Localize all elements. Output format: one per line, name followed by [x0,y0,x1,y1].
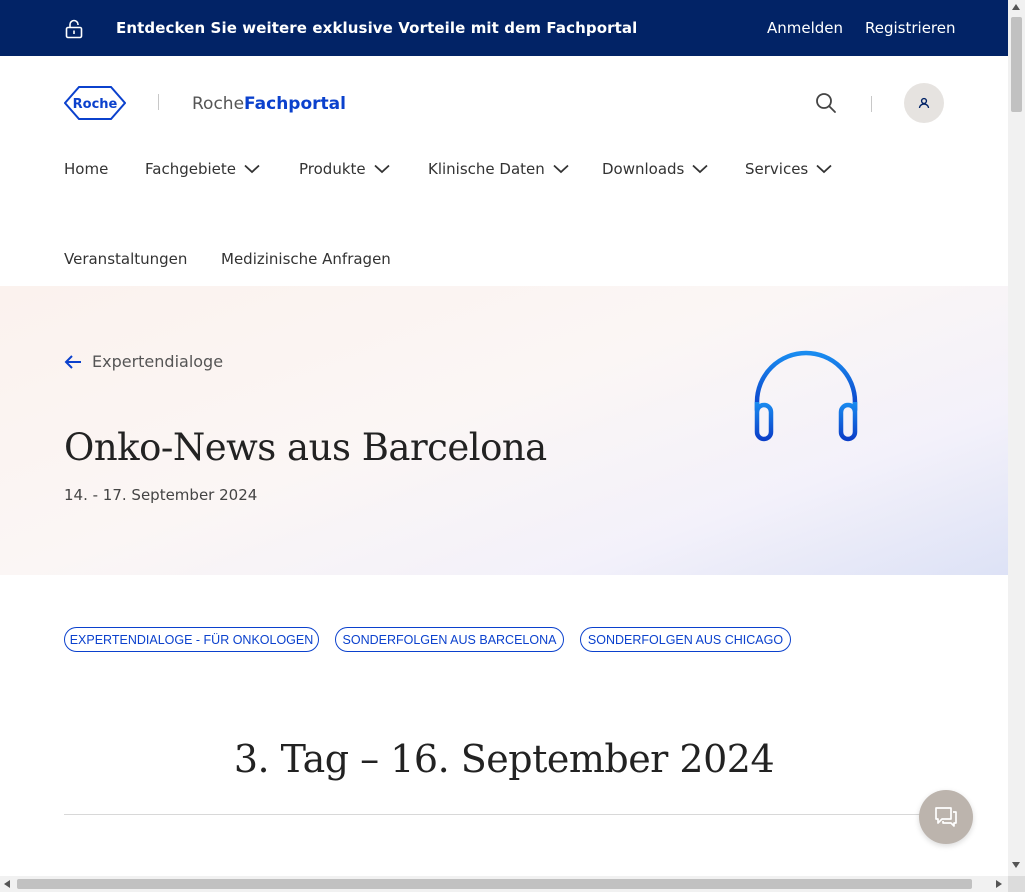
nav-label: Veranstaltungen [64,250,188,268]
nav-label: Services [745,160,809,178]
nav-home[interactable]: Home [64,160,108,178]
tag-expertendialoge[interactable]: EXPERTENDIALOGE - FÜR ONKOLOGEN [64,627,319,652]
vertical-scroll-thumb[interactable] [1011,17,1022,112]
chevron-down-icon [374,164,390,174]
scroll-down-arrow[interactable] [1012,862,1020,868]
promo-message: Entdecken Sie weitere exklusive Vorteile… [116,19,638,37]
portal-prefix: Roche [192,94,245,114]
nav-fachgebiete[interactable]: Fachgebiete [145,160,260,178]
scrollbar-corner [1008,876,1025,892]
logo-divider [158,94,159,110]
back-link[interactable]: Expertendialoge [64,352,223,371]
tag-sonderfolgen-chicago[interactable]: SONDERFOLGEN AUS CHICAGO [580,627,791,652]
nav-label: Fachgebiete [145,160,236,178]
nav-veranstaltungen[interactable]: Veranstaltungen [64,250,187,268]
nav-medizinische-anfragen[interactable]: Medizinische Anfragen [221,250,391,268]
nav-services[interactable]: Services [745,160,832,178]
unlock-icon [65,19,83,39]
page-viewport: Entdecken Sie weitere exklusive Vorteile… [0,0,1008,876]
roche-logo[interactable]: Roche [64,86,126,120]
section-divider [64,814,944,815]
logo-text: Roche [73,97,118,112]
register-link[interactable]: Registrieren [865,19,956,37]
scroll-right-arrow[interactable] [996,880,1002,888]
chevron-down-icon [816,164,832,174]
back-link-label: Expertendialoge [92,352,224,371]
scroll-left-arrow[interactable] [4,880,10,888]
chevron-down-icon [692,164,709,174]
chat-button[interactable] [919,790,973,844]
tag-sonderfolgen-barcelona[interactable]: SONDERFOLGEN AUS BARCELONA [335,627,564,652]
login-link[interactable]: Anmelden [767,19,843,37]
nav-produkte[interactable]: Produkte [299,160,390,178]
nav-label: Klinische Daten [428,160,545,178]
chevron-down-icon [553,164,569,174]
nav-downloads[interactable]: Downloads [602,160,709,178]
header-divider [871,96,872,112]
scroll-up-arrow[interactable] [1012,4,1020,10]
chat-icon [935,807,957,827]
user-account-button[interactable] [904,83,944,123]
nav-label: Home [64,160,109,178]
section-heading: 3. Tag – 16. September 2024 [233,737,775,781]
chevron-down-icon [244,164,260,174]
horizontal-scrollbar[interactable] [0,876,1008,892]
user-icon [918,97,930,109]
portal-suffix: Fachportal [244,94,346,114]
arrow-left-icon [64,354,81,369]
headphones-icon [754,350,858,442]
event-date: 14. - 17. September 2024 [64,486,258,504]
vertical-scrollbar[interactable] [1008,0,1025,876]
nav-label: Medizinische Anfragen [221,250,391,268]
horizontal-scroll-thumb[interactable] [17,879,972,889]
search-icon[interactable] [815,92,837,114]
nav-klinische-daten[interactable]: Klinische Daten [428,160,569,178]
site-header: Roche RocheFachportal Home Fachgebiete P… [0,56,1008,287]
page-title: Onko-News aus Barcelona [64,426,547,469]
hero-banner: Expertendialoge Onko-News aus Barcelona … [0,286,1008,575]
nav-label: Produkte [299,160,366,178]
portal-name[interactable]: RocheFachportal [192,94,346,114]
promo-bar: Entdecken Sie weitere exklusive Vorteile… [0,0,1008,56]
nav-label: Downloads [602,160,685,178]
